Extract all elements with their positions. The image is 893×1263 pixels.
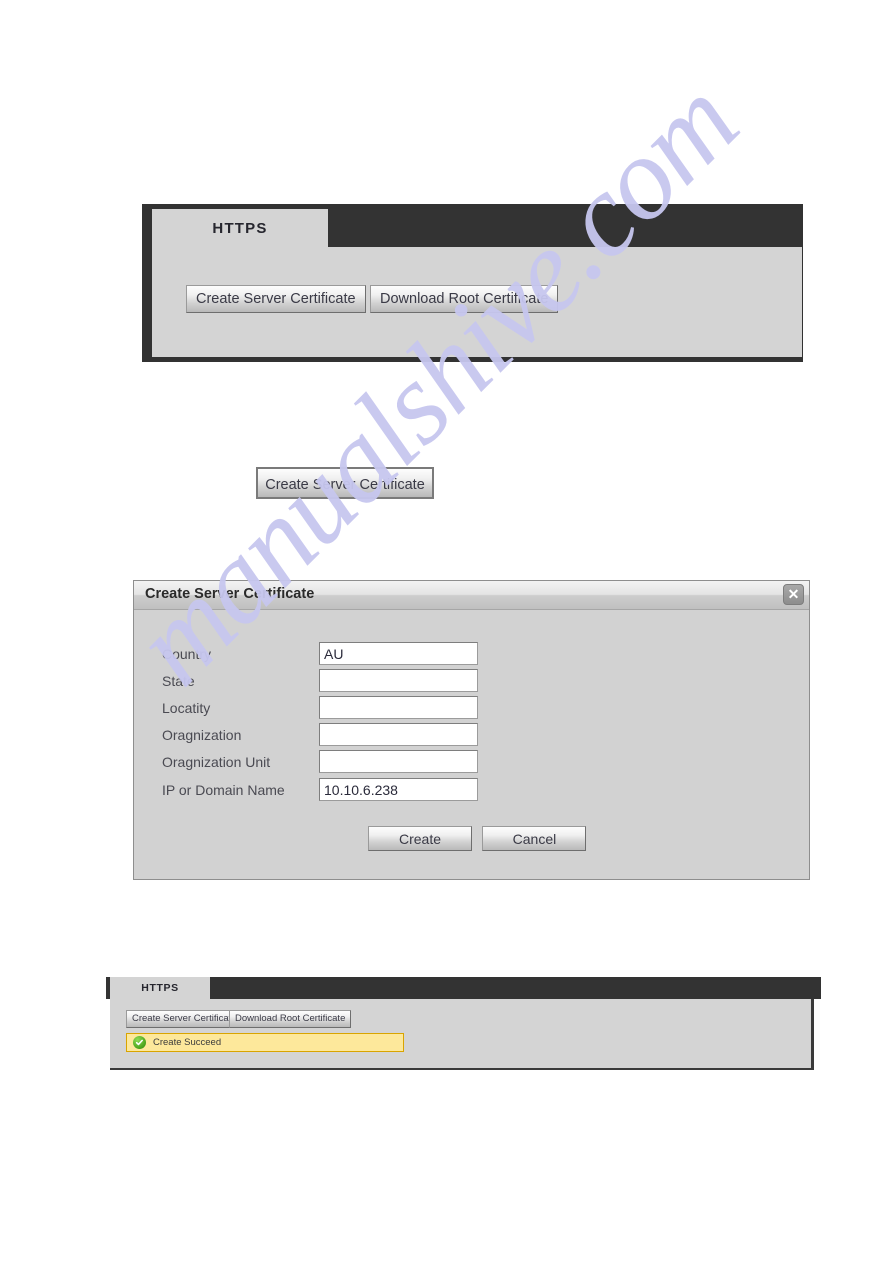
panel-body: HTTPS Create Server Certificate Download… [152,209,802,357]
field-label-locatity: Locatity [162,700,211,716]
field-label-oragnization-unit: Oragnization Unit [162,754,271,770]
form-row-country: Country [162,642,602,669]
create-server-certificate-button[interactable]: Create Server Certificate [186,285,366,313]
dialog-title: Create Server Certificate [145,586,315,602]
tab-https-bottom[interactable]: HTTPS [110,977,210,999]
panel-content-bottom: Create Server Certificate Download Root … [110,999,814,1070]
field-label-country: Country [162,646,212,662]
https-config-panel-bottom: HTTPS Create Server Certificate Download… [106,977,821,1074]
https-config-panel-top: HTTPS Create Server Certificate Download… [142,204,803,362]
field-label-state: State [162,673,195,689]
oragnization-field[interactable] [319,723,478,746]
form-row-oragnization: Oragnization [162,723,602,750]
locatity-field[interactable] [319,696,478,719]
field-label-ip-or-domain-name: IP or Domain Name [162,782,285,798]
status-message-text: Create Succeed [153,1037,222,1048]
status-message-bar: Create Succeed [126,1033,404,1052]
tab-bar-bottom: HTTPS [106,977,821,999]
create-button[interactable]: Create [368,826,472,851]
download-root-certificate-button[interactable]: Download Root Certificate [370,285,559,313]
download-root-certificate-button-bottom[interactable]: Download Root Certificate [229,1010,352,1028]
field-label-oragnization: Oragnization [162,727,242,743]
state-field[interactable] [319,669,478,692]
form-row-locatity: Locatity [162,696,602,723]
success-check-icon [133,1036,146,1049]
create-server-certificate-button-standalone[interactable]: Create Server Certificate [256,467,434,499]
tab-https[interactable]: HTTPS [152,209,328,247]
dialog-title-bar: Create Server Certificate ✕ [134,581,809,610]
panel-content-top: Create Server Certificate Download Root … [152,247,802,357]
ip-or-domain-name-field[interactable] [319,778,478,801]
form-row-state: State [162,669,602,696]
cancel-button[interactable]: Cancel [482,826,587,851]
tab-bar-top: HTTPS [152,209,802,247]
oragnization-unit-field[interactable] [319,750,478,773]
create-server-certificate-button-bottom[interactable]: Create Server Certificate [126,1010,243,1028]
dialog-action-bar: Create Cancel [368,826,592,851]
create-server-certificate-dialog: Create Server Certificate ✕ Country Stat… [133,580,810,880]
form-row-ip-or-domain-name: IP or Domain Name [162,778,602,805]
dialog-body: Country State Locatity Oragnization Orag… [134,610,809,879]
form-row-oragnization-unit: Oragnization Unit [162,750,602,777]
close-icon[interactable]: ✕ [783,584,804,605]
country-field[interactable] [319,642,478,665]
